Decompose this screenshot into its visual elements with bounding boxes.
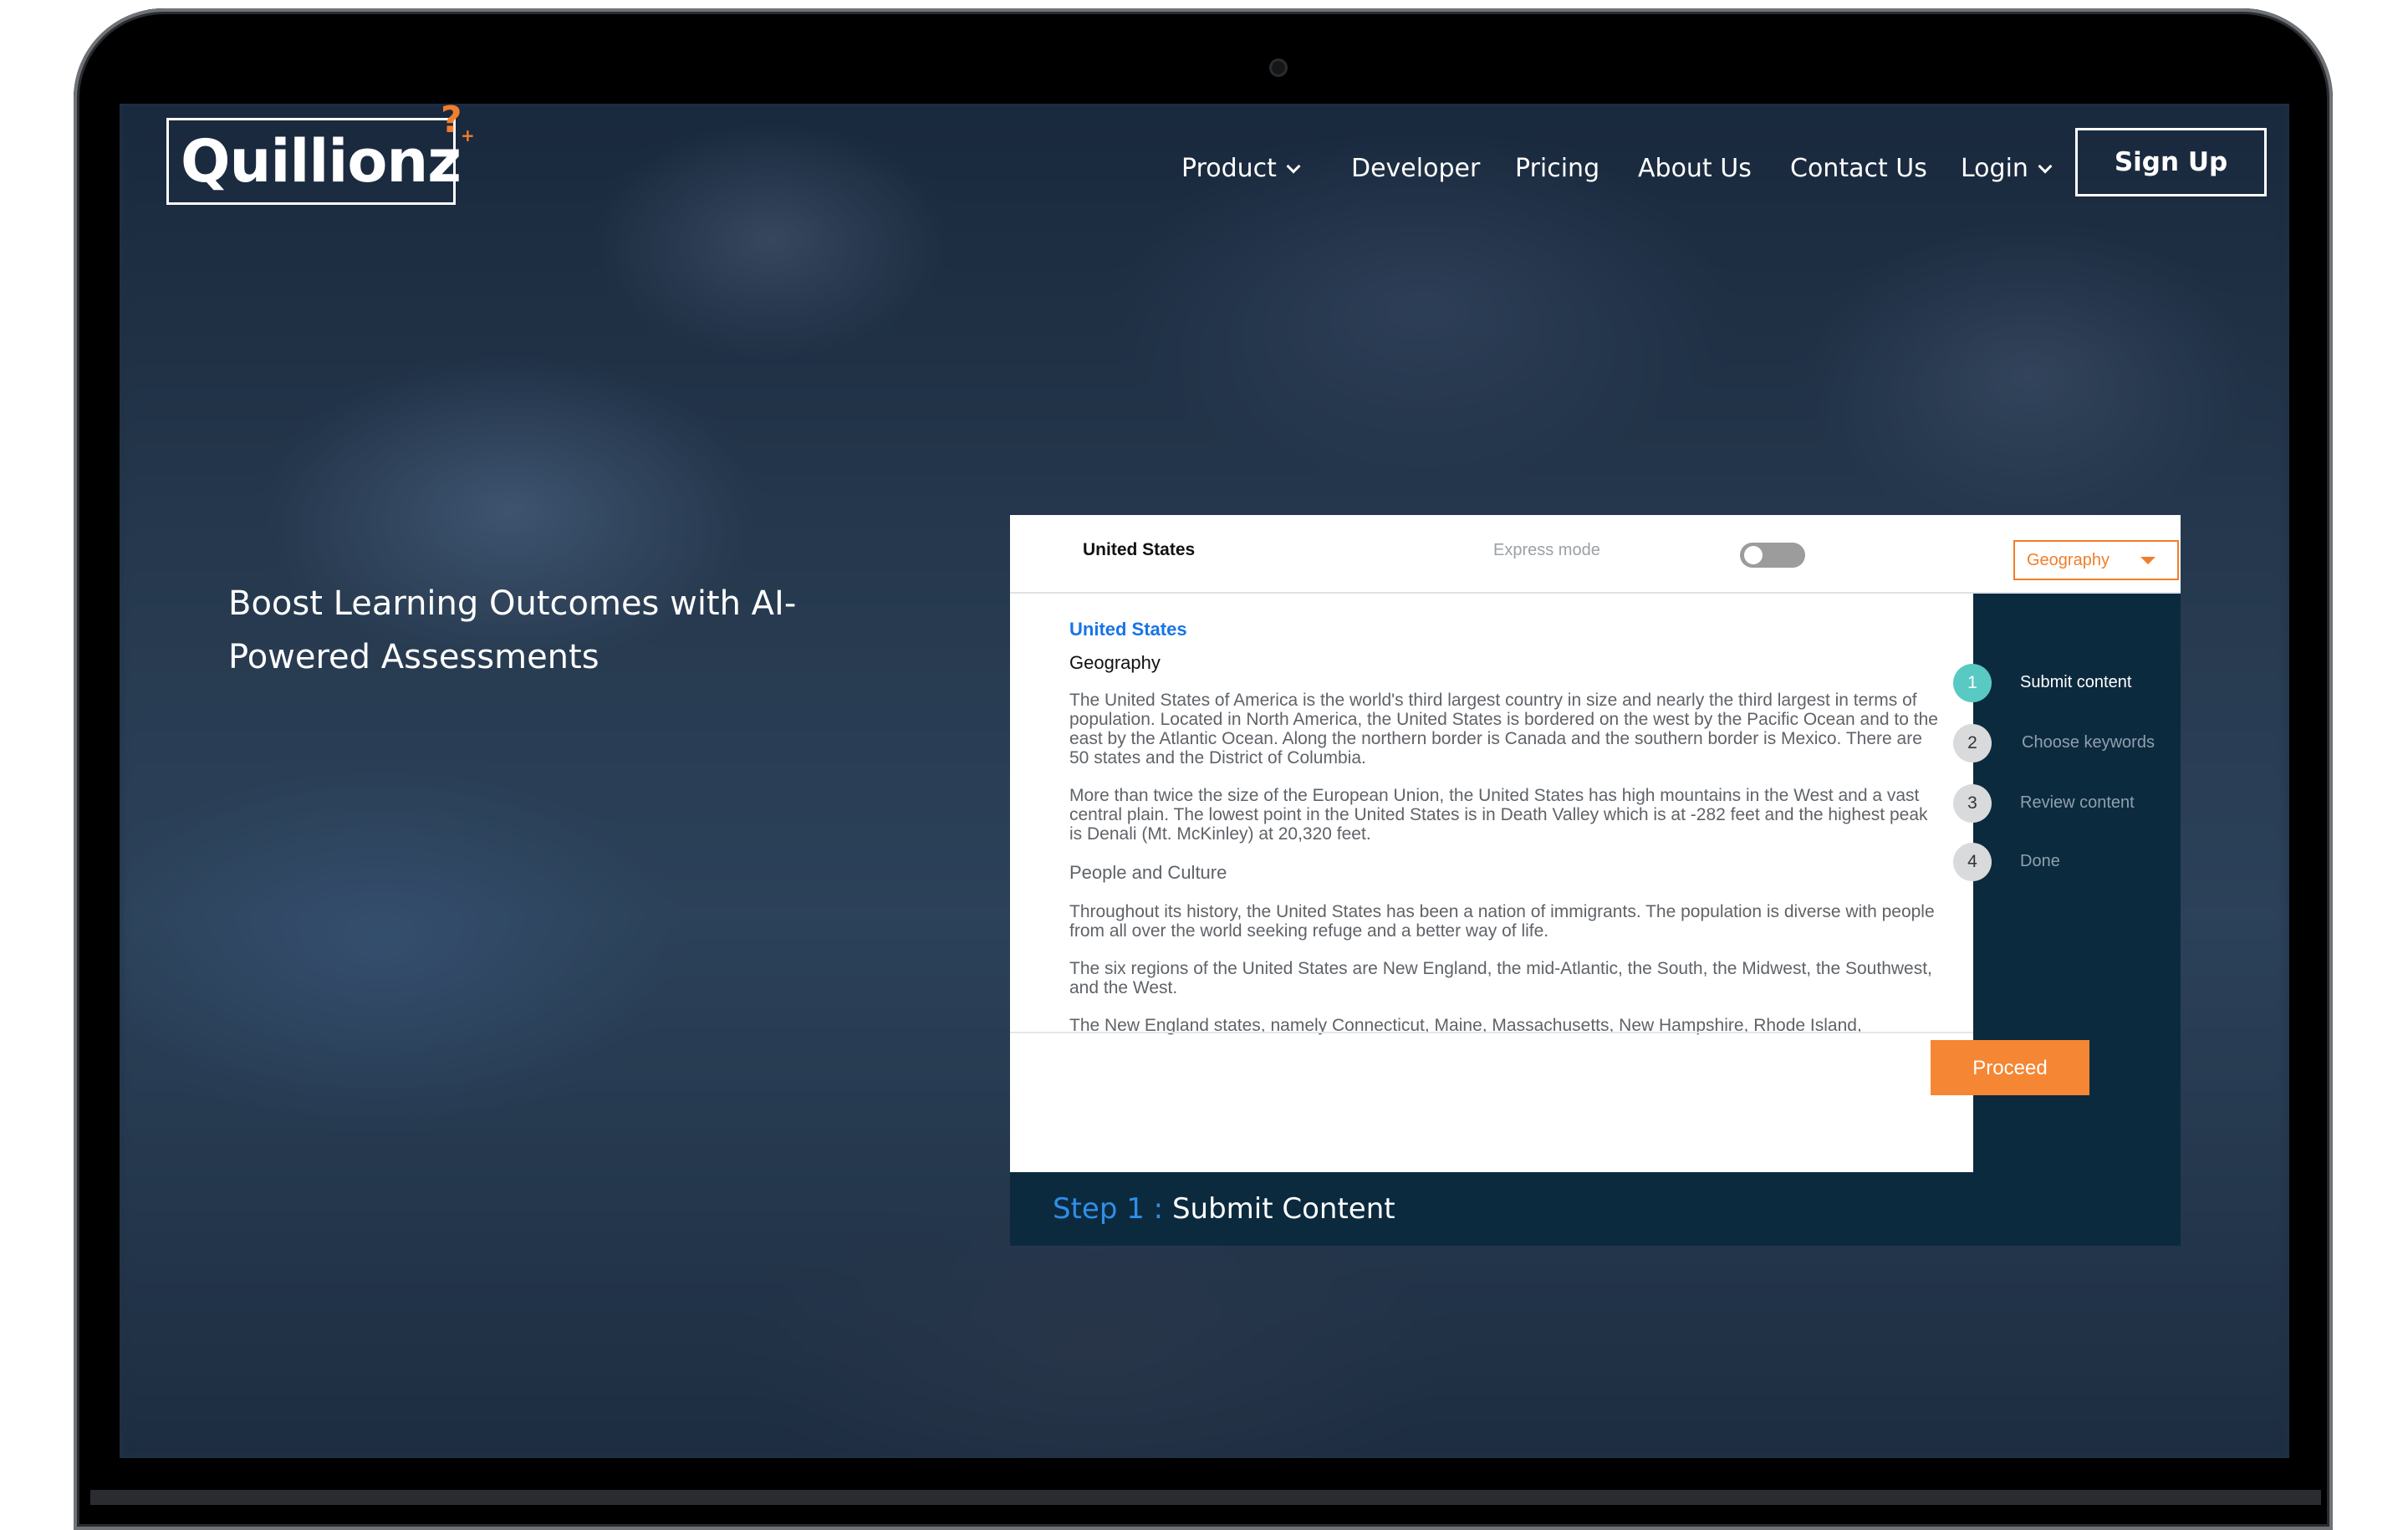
webcam <box>1269 59 1288 77</box>
step-banner: Step 1 : Submit Content <box>1010 1172 2181 1246</box>
nav-item-label: Developer <box>1351 154 1481 183</box>
step-number: 2 <box>1953 724 1992 762</box>
step-item-review-content[interactable]: 3 Review content <box>1953 783 2181 824</box>
step-number: 4 <box>1953 843 1992 881</box>
nav-item-label: About Us <box>1638 154 1752 183</box>
app-preview-panel: United States Express mode Geography Uni… <box>1010 515 2181 1172</box>
content-paragraph: The six regions of the United States are… <box>1069 959 1932 997</box>
document-title: United States <box>1083 540 1196 559</box>
content-editor[interactable]: United States Geography The United State… <box>1010 595 1973 1095</box>
step-banner-prefix: Step 1 : <box>1053 1192 1164 1226</box>
nav-item-developer[interactable]: Developer <box>1351 141 1480 196</box>
main-nav: Product Developer Pricing About Us Conta… <box>120 141 2289 196</box>
content-paragraph: More than twice the size of the European… <box>1069 786 1928 844</box>
app-toolbar: United States Express mode Geography <box>1010 515 2181 594</box>
nav-item-product[interactable]: Product <box>1181 141 1301 196</box>
step-item-done[interactable]: 4 Done <box>1953 841 2181 883</box>
proceed-button[interactable]: Proceed <box>1931 1040 2089 1095</box>
subject-selected-value: Geography <box>2027 551 2110 569</box>
nav-item-about-us[interactable]: About Us <box>1638 141 1752 196</box>
nav-item-pricing[interactable]: Pricing <box>1515 141 1599 196</box>
chevron-down-icon <box>2038 159 2053 174</box>
subject-dropdown[interactable]: Geography <box>2013 540 2179 580</box>
content-subheading: Geography <box>1069 652 1161 673</box>
screen: Quillionz ? + Product Developer Pricing … <box>120 104 2289 1458</box>
nav-item-label: Pricing <box>1515 154 1600 183</box>
nav-item-contact-us[interactable]: Contact Us <box>1790 141 1927 196</box>
step-label: Choose keywords <box>2022 733 2155 752</box>
content-section-title: People and Culture <box>1069 862 1227 883</box>
content-paragraph: The United States of America is the worl… <box>1069 691 1938 768</box>
express-mode-label: Express mode <box>1493 541 1600 559</box>
content-paragraph: Throughout its history, the United State… <box>1069 902 1935 941</box>
content-heading: United States <box>1069 619 1187 640</box>
express-mode-toggle[interactable] <box>1740 543 1805 568</box>
nav-item-login[interactable]: Login <box>1961 141 2053 196</box>
step-item-choose-keywords[interactable]: 2 Choose keywords <box>1953 722 2181 764</box>
hero-title: Boost Learning Outcomes with AI-Powered … <box>228 584 797 676</box>
step-label: Review content <box>2020 793 2135 812</box>
step-number: 3 <box>1953 784 1992 823</box>
nav-item-label: Login <box>1961 154 2028 183</box>
step-number: 1 <box>1953 664 1992 702</box>
toggle-knob <box>1744 546 1763 564</box>
content-divider <box>1010 1032 1973 1033</box>
laptop-base <box>90 1490 2321 1505</box>
step-banner-title: Submit Content <box>1171 1192 1395 1226</box>
sign-up-button[interactable]: Sign Up <box>2075 128 2267 196</box>
step-label: Submit content <box>2020 673 2132 691</box>
nav-item-label: Contact Us <box>1790 154 1927 183</box>
caret-down-icon <box>2140 557 2155 564</box>
step-item-submit-content[interactable]: 1 Submit content <box>1953 662 2181 704</box>
nav-item-label: Product <box>1181 154 1277 183</box>
step-label: Done <box>2020 852 2060 870</box>
chevron-down-icon <box>1286 159 1301 174</box>
logo-question-mark-icon: ? <box>441 104 462 141</box>
